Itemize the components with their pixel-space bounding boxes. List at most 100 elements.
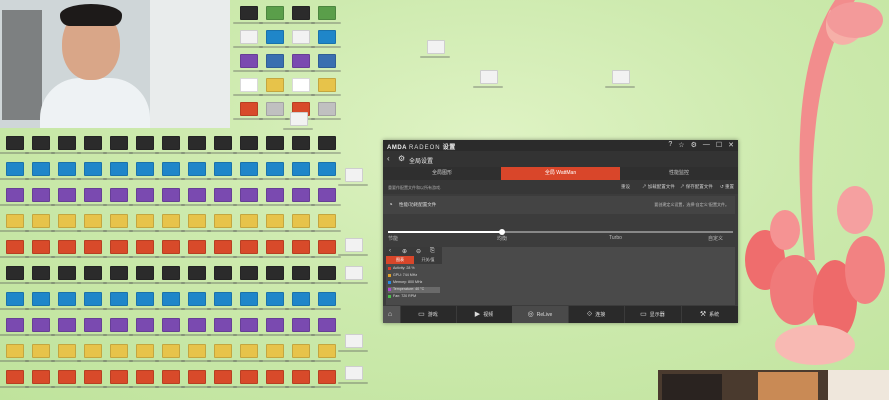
desktop-shortcut-icon[interactable] bbox=[266, 6, 284, 20]
desktop-shortcut-icon[interactable] bbox=[58, 162, 76, 176]
slider-tick-balanced[interactable]: 均衡 bbox=[497, 235, 507, 242]
desktop-shortcut-icon[interactable] bbox=[318, 78, 336, 92]
desktop-shortcut-icon[interactable] bbox=[292, 188, 310, 202]
desktop-shortcut-icon[interactable] bbox=[292, 266, 310, 280]
desktop-shortcut-icon[interactable] bbox=[110, 344, 128, 358]
desktop-shortcut-icon[interactable] bbox=[345, 238, 363, 252]
desktop-shortcut-icon[interactable] bbox=[32, 162, 50, 176]
desktop-shortcut-icon[interactable] bbox=[84, 162, 102, 176]
desktop-shortcut-icon[interactable] bbox=[292, 292, 310, 306]
nav-relive[interactable]: ◎ ReLive bbox=[512, 306, 569, 323]
desktop-shortcut-icon[interactable] bbox=[292, 6, 310, 20]
desktop-shortcut-icon[interactable] bbox=[162, 292, 180, 306]
desktop-shortcut-icon[interactable] bbox=[266, 370, 284, 384]
desktop-shortcut-icon[interactable] bbox=[58, 266, 76, 280]
desktop-shortcut-icon[interactable] bbox=[318, 214, 336, 228]
desktop-shortcut-icon[interactable] bbox=[110, 136, 128, 150]
nav-video[interactable]: ▶ 视频 bbox=[456, 306, 513, 323]
desktop-shortcut-icon[interactable] bbox=[162, 162, 180, 176]
desktop-shortcut-icon[interactable] bbox=[6, 370, 24, 384]
desktop-shortcut-icon[interactable] bbox=[318, 102, 336, 116]
desktop-shortcut-icon[interactable] bbox=[6, 162, 24, 176]
desktop-shortcut-icon[interactable] bbox=[427, 40, 445, 54]
desktop-shortcut-icon[interactable] bbox=[240, 188, 258, 202]
settings-icon[interactable]: ⚙ bbox=[691, 141, 697, 149]
desktop-shortcut-icon[interactable] bbox=[214, 188, 232, 202]
desktop-shortcut-icon[interactable] bbox=[6, 318, 24, 332]
desktop-shortcut-icon[interactable] bbox=[136, 318, 154, 332]
desktop-shortcut-icon[interactable] bbox=[480, 70, 498, 84]
desktop-shortcut-icon[interactable] bbox=[58, 240, 76, 254]
desktop-shortcut-icon[interactable] bbox=[188, 318, 206, 332]
nav-display[interactable]: ▭ 显示器 bbox=[624, 306, 682, 323]
graph-tab-values[interactable]: 开关/值 bbox=[414, 256, 442, 264]
desktop-shortcut-icon[interactable] bbox=[32, 318, 50, 332]
desktop-shortcut-icon[interactable] bbox=[162, 136, 180, 150]
save-profile-button[interactable]: ↗ 保存配置文件 bbox=[680, 184, 713, 190]
desktop-shortcut-icon[interactable] bbox=[188, 240, 206, 254]
desktop-shortcut-icon[interactable] bbox=[110, 292, 128, 306]
desktop-shortcut-icon[interactable] bbox=[214, 214, 232, 228]
desktop-shortcut-icon[interactable] bbox=[136, 344, 154, 358]
desktop-shortcut-icon[interactable] bbox=[318, 292, 336, 306]
desktop-shortcut-icon[interactable] bbox=[318, 136, 336, 150]
desktop-shortcut-icon[interactable] bbox=[188, 370, 206, 384]
desktop-shortcut-icon[interactable] bbox=[240, 266, 258, 280]
desktop-shortcut-icon[interactable] bbox=[266, 136, 284, 150]
desktop-shortcut-icon[interactable] bbox=[32, 240, 50, 254]
desktop-shortcut-icon[interactable] bbox=[84, 214, 102, 228]
tab-global-graphics[interactable]: 全局图形 bbox=[383, 167, 501, 180]
desktop-shortcut-icon[interactable] bbox=[6, 292, 24, 306]
desktop-shortcut-icon[interactable] bbox=[162, 344, 180, 358]
desktop-shortcut-icon[interactable] bbox=[240, 292, 258, 306]
desktop-shortcut-icon[interactable] bbox=[318, 240, 336, 254]
desktop-shortcut-icon[interactable] bbox=[266, 30, 284, 44]
desktop-shortcut-icon[interactable] bbox=[162, 266, 180, 280]
desktop-shortcut-icon[interactable] bbox=[214, 240, 232, 254]
desktop-shortcut-icon[interactable] bbox=[318, 6, 336, 20]
desktop-shortcut-icon[interactable] bbox=[240, 54, 258, 68]
desktop-shortcut-icon[interactable] bbox=[58, 214, 76, 228]
desktop-shortcut-icon[interactable] bbox=[136, 136, 154, 150]
desktop-shortcut-icon[interactable] bbox=[318, 318, 336, 332]
desktop-shortcut-icon[interactable] bbox=[240, 344, 258, 358]
desktop-shortcut-icon[interactable] bbox=[266, 188, 284, 202]
desktop-shortcut-icon[interactable] bbox=[188, 214, 206, 228]
desktop-shortcut-icon[interactable] bbox=[266, 102, 284, 116]
desktop-shortcut-icon[interactable] bbox=[240, 102, 258, 116]
desktop-shortcut-icon[interactable] bbox=[292, 162, 310, 176]
desktop-shortcut-icon[interactable] bbox=[240, 6, 258, 20]
graph-tab-chart[interactable]: 图表 bbox=[386, 256, 414, 264]
desktop-shortcut-icon[interactable] bbox=[240, 214, 258, 228]
favorite-icon[interactable]: ☆ bbox=[678, 141, 684, 149]
desktop-shortcut-icon[interactable] bbox=[110, 162, 128, 176]
nav-gaming[interactable]: ▭ 游戏 bbox=[400, 306, 457, 323]
desktop-shortcut-icon[interactable] bbox=[84, 136, 102, 150]
power-profile-slider[interactable] bbox=[388, 229, 733, 235]
maximize-button[interactable]: ☐ bbox=[716, 141, 722, 149]
desktop-shortcut-icon[interactable] bbox=[84, 266, 102, 280]
desktop-shortcut-icon[interactable] bbox=[292, 214, 310, 228]
desktop-shortcut-icon[interactable] bbox=[240, 318, 258, 332]
zoom-out-icon[interactable]: ⊖ bbox=[416, 248, 421, 255]
desktop-shortcut-icon[interactable] bbox=[318, 188, 336, 202]
desktop-shortcut-icon[interactable] bbox=[84, 188, 102, 202]
desktop-shortcut-icon[interactable] bbox=[6, 188, 24, 202]
desktop-shortcut-icon[interactable] bbox=[240, 370, 258, 384]
desktop-shortcut-icon[interactable] bbox=[240, 162, 258, 176]
desktop-shortcut-icon[interactable] bbox=[162, 240, 180, 254]
desktop-shortcut-icon[interactable] bbox=[110, 214, 128, 228]
slider-tick-custom[interactable]: 自定义 bbox=[708, 235, 723, 242]
desktop-shortcut-icon[interactable] bbox=[292, 370, 310, 384]
desktop-shortcut-icon[interactable] bbox=[266, 240, 284, 254]
desktop-shortcut-icon[interactable] bbox=[162, 214, 180, 228]
desktop-shortcut-icon[interactable] bbox=[136, 214, 154, 228]
nav-system[interactable]: ⚒ 系统 bbox=[681, 306, 738, 323]
desktop-shortcut-icon[interactable] bbox=[266, 344, 284, 358]
reset-button[interactable]: 重设 bbox=[621, 184, 630, 190]
desktop-shortcut-icon[interactable] bbox=[214, 292, 232, 306]
desktop-shortcut-icon[interactable] bbox=[188, 188, 206, 202]
load-profile-button[interactable]: ↗ 加载配置文件 bbox=[642, 184, 675, 190]
desktop-shortcut-icon[interactable] bbox=[6, 344, 24, 358]
desktop-shortcut-icon[interactable] bbox=[6, 214, 24, 228]
